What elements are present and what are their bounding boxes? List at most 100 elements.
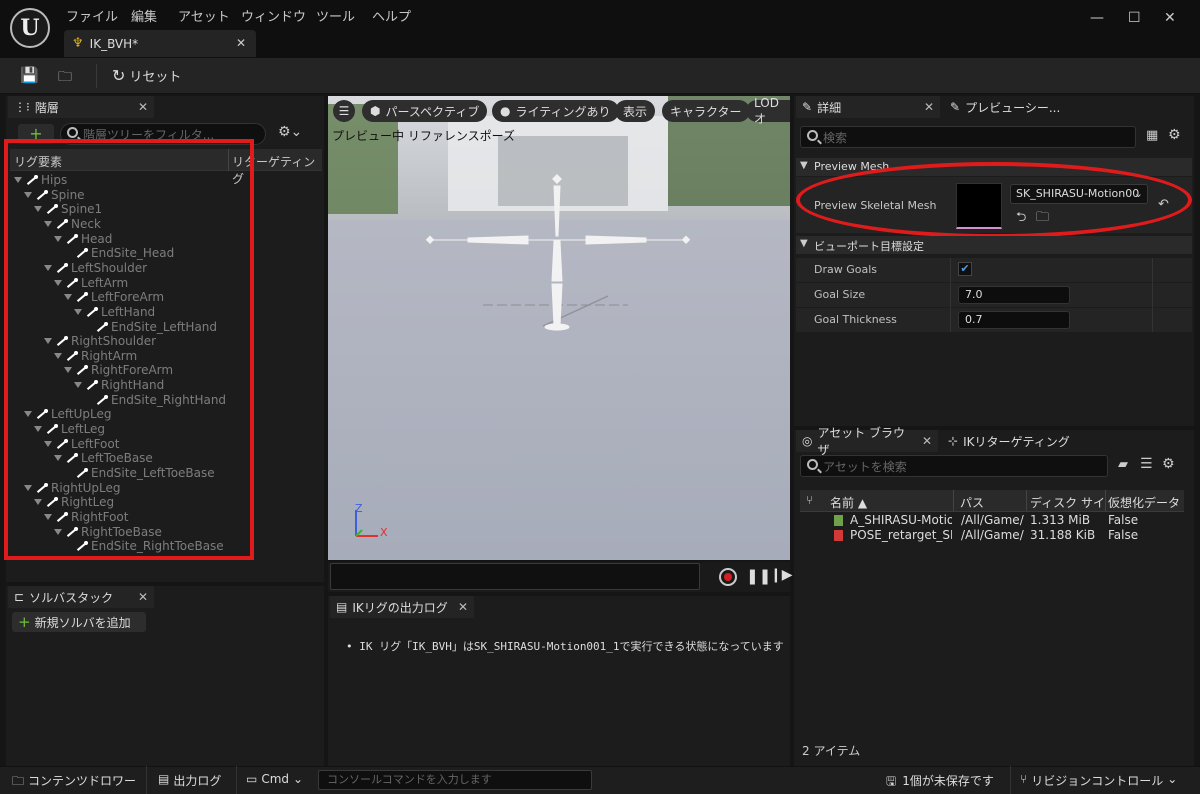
document-tab[interactable]: ♆ IK_BVH* ✕ [64, 30, 256, 57]
column-size-header[interactable]: ディスク サイズ [1030, 494, 1104, 511]
toolbar-divider [96, 64, 97, 88]
close-tab-icon[interactable]: ✕ [922, 434, 938, 448]
close-window-icon[interactable]: ✕ [1164, 10, 1176, 26]
solver-stack-icon: ⊏ [14, 590, 25, 604]
character-button[interactable]: キャラクター [662, 100, 750, 122]
asset-row[interactable]: POSE_retarget_SHII/All/Game/31.188 KiB Fa… [800, 528, 1184, 543]
table-view-icon[interactable]: ▦ [1146, 128, 1158, 143]
column-virtual-header[interactable]: 仮想化データ [1108, 494, 1180, 511]
console-input[interactable]: コンソールコマンドを入力します [318, 770, 592, 790]
minimize-icon[interactable]: — [1090, 10, 1104, 26]
details-search-placeholder: 検索 [823, 130, 848, 145]
section-viewport-goal-label: ビューポート目標設定 [814, 240, 924, 253]
revision-control-icon: ⑂ [1020, 772, 1028, 786]
collapse-arrow-icon: ▼ [800, 238, 808, 249]
folder-icon[interactable]: ▰ [1118, 457, 1128, 472]
settings-gear-icon[interactable]: ⚙⌄ [278, 124, 302, 140]
menu-asset[interactable]: アセット [178, 6, 230, 25]
menu-file[interactable]: ファイル [66, 6, 118, 25]
show-button[interactable]: 表示 [615, 100, 656, 122]
unsaved-button[interactable]: 🖫 1個が未保存です [886, 772, 994, 793]
menu-edit[interactable]: 編集 [131, 6, 157, 25]
menu-tools[interactable]: ツール [316, 6, 355, 25]
viewport[interactable] [328, 96, 790, 560]
character-label: キャラクター [670, 104, 742, 119]
settings-gear-icon[interactable]: ⚙ [1168, 127, 1181, 143]
settings-gear-icon[interactable]: ⚙ [1162, 456, 1175, 472]
asset-row[interactable]: A_SHIRASU-Motior/All/Game/1.313 MiB False [800, 513, 1184, 528]
play-icon[interactable]: ❙▶ [770, 567, 793, 583]
goal-thickness-field[interactable]: 0.7 [958, 311, 1070, 329]
browse-asset-icon[interactable]: 🗀 [58, 66, 72, 90]
maximize-icon[interactable]: ☐ [1128, 10, 1141, 26]
revision-control-button[interactable]: ⑂ リビジョンコントロール ⌄ [1020, 772, 1177, 789]
unreal-logo: U [10, 8, 50, 48]
console-placeholder: コンソールコマンドを入力します [327, 773, 492, 786]
cmd-dropdown[interactable]: ▭ Cmd ⌄ [246, 772, 303, 786]
column-path-header[interactable]: パス [960, 494, 984, 511]
document-tab-title: IK_BVH* [89, 36, 139, 51]
draw-goals-checkbox[interactable]: ✔ [958, 262, 972, 276]
column-divider [1026, 490, 1027, 511]
menu-help[interactable]: ヘルプ [372, 6, 411, 25]
asset-browser-icon: ◎ [802, 434, 813, 448]
draw-goals-label: Draw Goals [814, 263, 878, 276]
toolbar: 💾 🗀 ↻ リセット [0, 58, 1200, 94]
goal-size-label: Goal Size [814, 288, 866, 301]
asset-count: 2 アイテム [802, 744, 861, 758]
hierarchy-tab-label: 階層 [34, 100, 59, 115]
plus-icon: + [18, 613, 31, 631]
close-tab-icon[interactable]: ✕ [138, 590, 154, 604]
tab-preview-scene[interactable]: ✎ プレビューシー... [944, 96, 1084, 118]
asset-cell-path: /All/Game/ [961, 528, 1024, 542]
tab-ik-retargeting[interactable]: ⊹ IKリターゲティング [942, 430, 1082, 452]
asset-cell-size: 31.188 KiB [1030, 528, 1096, 542]
tab-output-log[interactable]: ▤ IKリグの出力ログ ✕ [330, 596, 474, 618]
pause-icon[interactable]: ❚❚ [746, 567, 771, 585]
lod-button[interactable]: LOD オ [746, 96, 790, 126]
asset-search-placeholder: アセットを検索 [823, 459, 907, 474]
perspective-button[interactable]: ⬢ パースペクティブ [362, 100, 488, 122]
asset-cell-size: 1.313 MiB [1030, 513, 1091, 527]
ik-rig-icon: ♆ [72, 36, 84, 51]
unsaved-label: 1個が未保存です [902, 774, 994, 788]
goal-size-field[interactable]: 7.0 [958, 286, 1070, 304]
asset-search-input[interactable]: アセットを検索 [800, 455, 1108, 477]
menu-window[interactable]: ウィンドウ [241, 6, 306, 25]
details-tab-label: 詳細 [817, 100, 842, 115]
content-drawer-button[interactable]: 🗀 コンテンツドロワー [12, 772, 136, 793]
highlight-box-hierarchy [4, 139, 254, 560]
close-tab-icon[interactable]: ✕ [138, 100, 154, 114]
timeline-field[interactable] [330, 563, 700, 590]
reset-button[interactable]: ↻ リセット [112, 66, 181, 85]
record-icon[interactable] [719, 568, 737, 586]
filter-icon[interactable]: ☰ [1140, 456, 1153, 472]
close-tab-icon[interactable]: ✕ [236, 36, 246, 50]
save-icon[interactable]: 💾 [20, 66, 39, 84]
output-log-button[interactable]: ▤ 出力ログ [158, 772, 221, 789]
lod-label: LOD オ [754, 95, 779, 126]
tab-details[interactable]: ✎ 詳細 ✕ [796, 96, 940, 118]
output-log-message: • IK リグ「IK_BVH」はSK_SHIRASU-Motion001_1で実… [346, 640, 784, 653]
axis-z-label: Z [355, 502, 363, 515]
tab-solver-stack[interactable]: ⊏ ソルバスタック ✕ [8, 586, 154, 608]
preview-scene-tab-label: プレビューシー... [965, 100, 1061, 115]
section-viewport-goal[interactable]: ▼ ビューポート目標設定 [796, 236, 1192, 254]
tab-asset-browser[interactable]: ◎ アセット ブラウザ ✕ [796, 426, 938, 457]
output-log-message-text: IK リグ「IK_BVH」はSK_SHIRASU-Motion001_1で実行で… [359, 640, 784, 653]
column-name-header[interactable]: 名前 ▲ [830, 494, 867, 511]
close-tab-icon[interactable]: ✕ [458, 600, 474, 614]
show-label: 表示 [623, 104, 648, 119]
draw-goals-row: Draw Goals ✔ [796, 258, 1192, 282]
add-solver-button[interactable]: + 新規ソルバを追加 [12, 612, 146, 632]
lighting-button[interactable]: ● ライティングあり [492, 100, 619, 122]
reset-label: リセット [129, 70, 182, 85]
cube-icon: ⬢ [370, 104, 381, 118]
tab-hierarchy[interactable]: ⋮⁝ 階層 ✕ [8, 96, 154, 118]
viewport-menu-button[interactable]: ☰ [333, 100, 355, 122]
asset-browser-tab-label: アセット ブラウザ [817, 426, 906, 457]
asset-type-icon [834, 530, 843, 541]
search-icon [67, 127, 78, 138]
close-tab-icon[interactable]: ✕ [924, 100, 940, 114]
details-search-input[interactable]: 検索 [800, 126, 1136, 148]
